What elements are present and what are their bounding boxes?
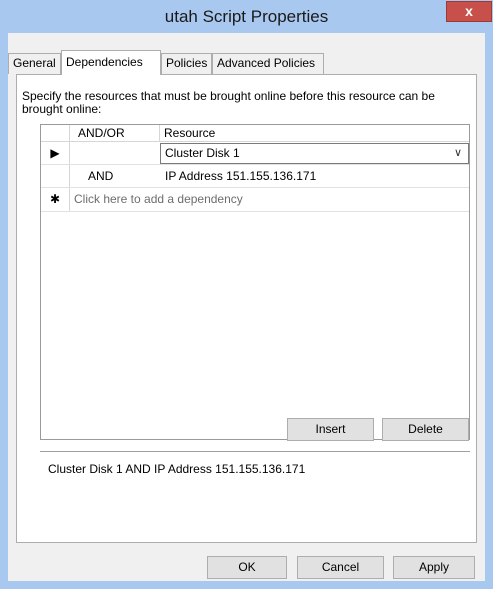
window-title: utah Script Properties: [164, 7, 329, 26]
resource-cell[interactable]: IP Address 151.155.136.171: [165, 165, 316, 187]
new-dependency-row[interactable]: ✱ Click here to add a dependency: [41, 188, 469, 212]
header-row-selector: [41, 125, 70, 141]
divider: [40, 452, 470, 453]
header-andor[interactable]: AND/OR: [70, 125, 160, 141]
resource-combobox-value: Cluster Disk 1: [165, 146, 240, 160]
row-current-indicator: ▶: [41, 142, 70, 164]
delete-button[interactable]: Delete: [382, 418, 469, 441]
andor-cell[interactable]: AND: [88, 165, 113, 187]
header-resource[interactable]: Resource: [160, 125, 469, 141]
apply-button[interactable]: Apply: [393, 556, 475, 579]
close-icon: x: [465, 3, 473, 19]
properties-dialog: utah Script Properties x General Depende…: [0, 0, 493, 589]
tab-policies[interactable]: Policies: [161, 53, 212, 74]
ok-button[interactable]: OK: [207, 556, 287, 579]
grid-header: AND/OR Resource: [41, 125, 469, 142]
chevron-down-icon[interactable]: ∨: [454, 144, 462, 163]
table-row[interactable]: AND IP Address 151.155.136.171: [41, 165, 469, 188]
cancel-button[interactable]: Cancel: [297, 556, 384, 579]
table-row[interactable]: ▶ Cluster Disk 1 ∨: [41, 142, 469, 165]
dependency-expression: Cluster Disk 1 AND IP Address 151.155.13…: [48, 462, 306, 476]
tab-dependencies[interactable]: Dependencies: [61, 50, 161, 75]
tab-general[interactable]: General: [8, 53, 61, 74]
dependencies-grid[interactable]: AND/OR Resource ▶ Cluster Disk 1 ∨ AND I…: [40, 124, 470, 440]
tab-advanced-policies[interactable]: Advanced Policies: [212, 53, 324, 74]
instruction-text: Specify the resources that must be broug…: [22, 89, 435, 116]
add-dependency-placeholder[interactable]: Click here to add a dependency: [74, 188, 243, 210]
insert-button[interactable]: Insert: [287, 418, 374, 441]
new-row-icon: ✱: [41, 188, 70, 211]
row-selector[interactable]: [41, 165, 70, 187]
close-button[interactable]: x: [446, 1, 492, 22]
title-bar[interactable]: utah Script Properties x: [0, 0, 493, 33]
resource-combobox[interactable]: Cluster Disk 1 ∨: [160, 143, 469, 164]
